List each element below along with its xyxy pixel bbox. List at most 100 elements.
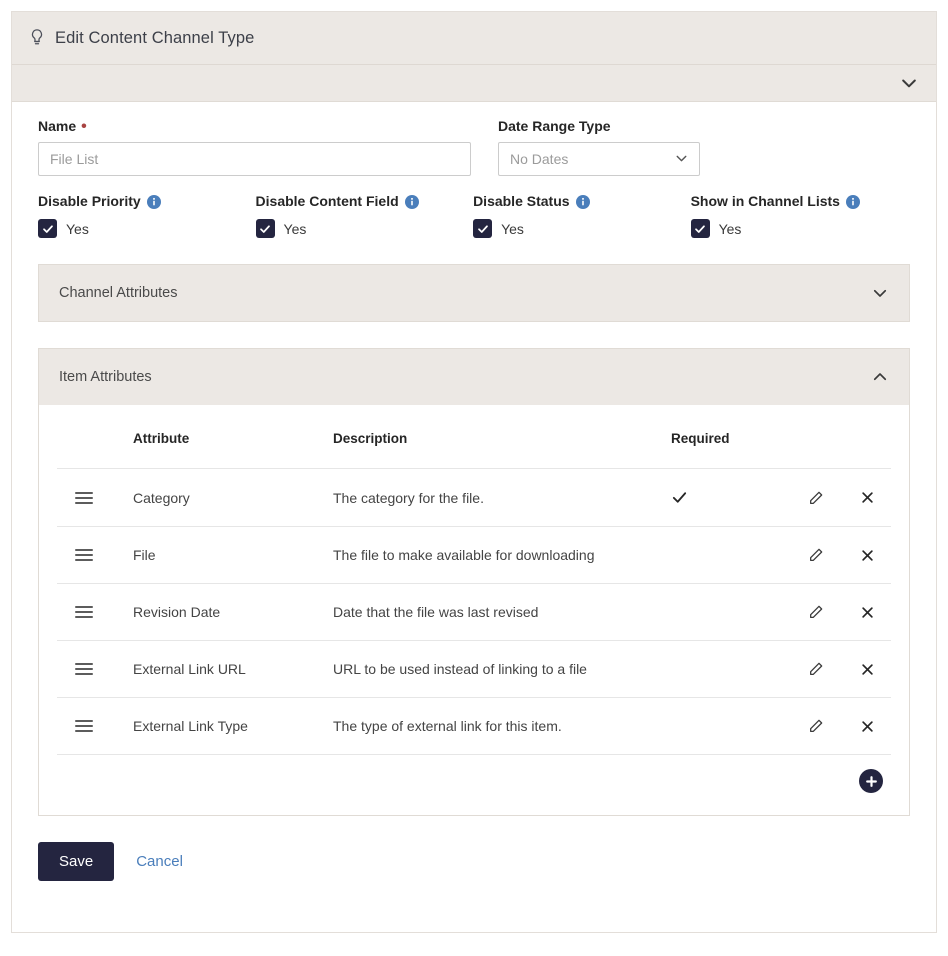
table-row: External Link URL URL to be used instead… xyxy=(57,640,891,698)
table-row: Category The category for the file. xyxy=(57,468,891,527)
panel-body: Name • Date Range Type No Dates xyxy=(12,102,936,816)
disable-status-checkbox[interactable] xyxy=(473,219,493,238)
toggles-row: Disable Priority Yes Disable Content Fie… xyxy=(38,193,910,238)
row-edit-cell[interactable] xyxy=(789,583,843,641)
plus-circle-icon[interactable] xyxy=(859,769,883,793)
row-delete-cell[interactable] xyxy=(843,468,891,527)
close-icon[interactable] xyxy=(860,719,875,734)
column-header-handle xyxy=(57,405,133,469)
disable-status-checkbox-label: Yes xyxy=(501,220,524,237)
date-range-type-selected-value[interactable]: No Dates xyxy=(498,142,700,176)
row-edit-cell[interactable] xyxy=(789,640,843,698)
show-in-channel-lists-checkbox-label: Yes xyxy=(718,220,742,237)
date-range-type-label: Date Range Type xyxy=(498,118,611,134)
pencil-icon[interactable] xyxy=(808,661,824,677)
show-in-channel-lists-checkbox-row[interactable]: Yes xyxy=(690,219,910,238)
row-attribute: File xyxy=(133,526,333,584)
name-input[interactable] xyxy=(38,142,471,176)
item-attributes-header[interactable]: Item Attributes xyxy=(39,349,909,405)
disable-status-label: Disable Status xyxy=(473,193,691,210)
show-in-channel-lists-checkbox[interactable] xyxy=(690,219,710,238)
show-in-channel-lists-group: Show in Channel Lists Yes xyxy=(690,193,910,238)
row-required xyxy=(671,468,789,527)
info-icon[interactable] xyxy=(146,194,161,209)
panel-collapse-bar[interactable] xyxy=(12,65,936,102)
drag-handle-icon[interactable] xyxy=(75,662,93,676)
info-icon[interactable] xyxy=(845,194,860,209)
pencil-icon[interactable] xyxy=(808,547,824,563)
info-icon[interactable] xyxy=(575,194,590,209)
row-edit-cell[interactable] xyxy=(789,468,843,527)
table-body: Category The category for the file. File… xyxy=(57,468,891,755)
disable-priority-checkbox[interactable] xyxy=(38,219,57,238)
date-range-type-group: Date Range Type No Dates xyxy=(498,118,738,176)
row-delete-cell[interactable] xyxy=(843,697,891,755)
row-edit-cell[interactable] xyxy=(789,697,843,755)
name-label: Name • xyxy=(38,118,476,135)
chevron-down-icon[interactable] xyxy=(871,284,889,302)
row-description: The type of external link for this item. xyxy=(333,697,671,755)
close-icon[interactable] xyxy=(860,605,875,620)
disable-priority-label-text: Disable Priority xyxy=(38,193,141,209)
info-icon[interactable] xyxy=(404,194,419,209)
disable-priority-checkbox-label: Yes xyxy=(66,220,89,237)
form-row-primary: Name • Date Range Type No Dates xyxy=(38,118,910,176)
item-attributes-table: Attribute Description Required Category … xyxy=(57,405,891,755)
panel-heading: Edit Content Channel Type xyxy=(12,12,936,65)
row-drag-cell[interactable] xyxy=(57,640,133,698)
disable-content-field-checkbox-label: Yes xyxy=(283,220,307,237)
row-delete-cell[interactable] xyxy=(843,583,891,641)
page-title: Edit Content Channel Type xyxy=(55,28,255,47)
channel-attributes-title: Channel Attributes xyxy=(59,285,178,301)
disable-content-field-group: Disable Content Field Yes xyxy=(255,193,474,238)
row-delete-cell[interactable] xyxy=(843,526,891,584)
column-header-required: Required xyxy=(671,431,730,446)
edit-content-channel-type-panel: Edit Content Channel Type Name • Date Ra… xyxy=(11,11,937,933)
row-drag-cell[interactable] xyxy=(57,468,133,527)
disable-content-field-checkbox-row[interactable]: Yes xyxy=(255,219,474,238)
column-header-attribute: Attribute xyxy=(133,431,190,446)
close-icon[interactable] xyxy=(860,490,875,505)
add-attribute-row xyxy=(57,755,891,815)
chevron-down-icon[interactable] xyxy=(899,73,919,93)
disable-status-checkbox-row[interactable]: Yes xyxy=(473,219,691,238)
close-icon[interactable] xyxy=(860,548,875,563)
row-drag-cell[interactable] xyxy=(57,526,133,584)
row-delete-cell[interactable] xyxy=(843,640,891,698)
row-required xyxy=(671,526,789,584)
table-row: Revision Date Date that the file was las… xyxy=(57,583,891,641)
disable-status-label-text: Disable Status xyxy=(473,193,570,209)
row-drag-cell[interactable] xyxy=(57,583,133,641)
row-attribute: External Link URL xyxy=(133,640,333,698)
pencil-icon[interactable] xyxy=(808,490,824,506)
save-button[interactable]: Save xyxy=(38,842,115,881)
row-required xyxy=(671,697,789,755)
name-label-text: Name xyxy=(38,118,77,134)
required-marker: • xyxy=(81,117,87,135)
channel-attributes-accordion: Channel Attributes xyxy=(38,264,910,322)
row-edit-cell[interactable] xyxy=(789,526,843,584)
item-attributes-accordion: Item Attributes Attribute Description Re… xyxy=(38,348,910,816)
date-range-type-select[interactable]: No Dates xyxy=(498,142,700,176)
item-attributes-body: Attribute Description Required Category … xyxy=(39,405,909,815)
disable-priority-label: Disable Priority xyxy=(38,193,256,210)
chevron-up-icon[interactable] xyxy=(871,368,889,386)
drag-handle-icon[interactable] xyxy=(75,491,93,505)
pencil-icon[interactable] xyxy=(808,604,824,620)
row-drag-cell[interactable] xyxy=(57,697,133,755)
table-row: External Link Type The type of external … xyxy=(57,697,891,755)
channel-attributes-header[interactable]: Channel Attributes xyxy=(39,265,909,321)
item-attributes-title: Item Attributes xyxy=(59,369,152,385)
disable-priority-checkbox-row[interactable]: Yes xyxy=(38,219,256,238)
drag-handle-icon[interactable] xyxy=(75,719,93,733)
row-description: URL to be used instead of linking to a f… xyxy=(333,640,671,698)
close-icon[interactable] xyxy=(860,662,875,677)
disable-content-field-label-text: Disable Content Field xyxy=(255,193,399,209)
drag-handle-icon[interactable] xyxy=(75,548,93,562)
pencil-icon[interactable] xyxy=(808,718,824,734)
drag-handle-icon[interactable] xyxy=(75,605,93,619)
disable-content-field-checkbox[interactable] xyxy=(255,219,275,238)
row-attribute: Category xyxy=(133,468,333,527)
column-header-edit xyxy=(789,405,843,469)
cancel-button[interactable]: Cancel xyxy=(136,853,183,870)
